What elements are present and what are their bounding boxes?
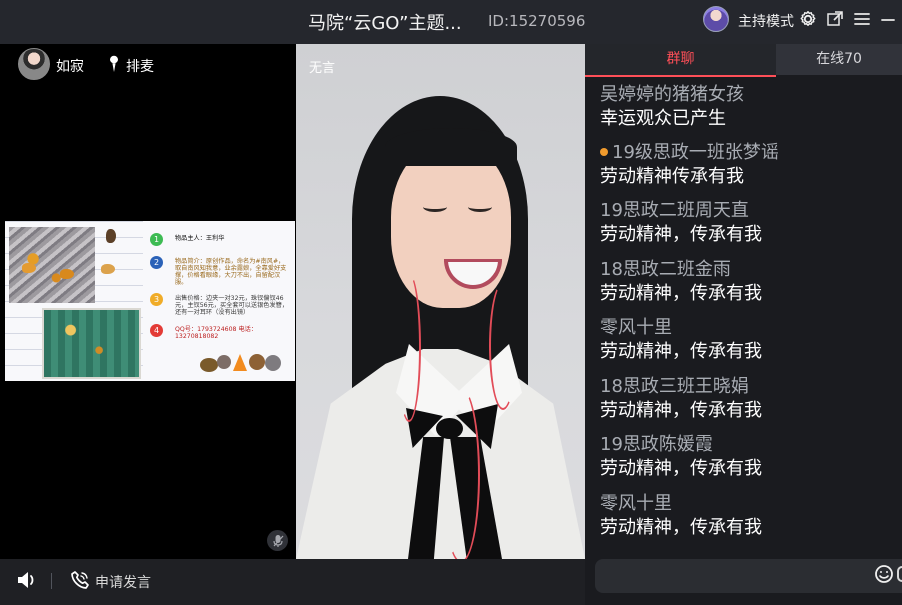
- chat-input[interactable]: [595, 559, 902, 593]
- microphone-icon: [272, 534, 283, 547]
- slide-item-text: 物品主人：王利华: [175, 235, 225, 242]
- main-video-stage: 无言: [296, 44, 585, 559]
- animal-illustration: [200, 354, 281, 372]
- emoji-button[interactable]: [874, 564, 894, 584]
- chat-username: 18思政三班王晓娟: [600, 376, 749, 397]
- earphone-cable: [397, 273, 421, 422]
- bird-decoration: [106, 229, 116, 243]
- participant-name: 如寂: [56, 59, 84, 75]
- chat-message: 18思政三班王晓娟 劳动精神，传承有我: [600, 376, 892, 422]
- chat-message: 零风十里 劳动精神，传承有我: [600, 317, 892, 363]
- earphone-cable: [489, 282, 517, 410]
- emoji-icon: [875, 565, 893, 583]
- chat-message: 19级思政一班张梦谣 劳动精神传承有我: [600, 142, 892, 188]
- host-mode-label[interactable]: 主持模式: [738, 11, 794, 31]
- speaker-button[interactable]: [16, 570, 40, 590]
- chat-panel: 群聊 在线70 吴婷婷的猪猪女孩 幸运观众已产生 19级思政一班张梦谣 劳动精神…: [585, 44, 902, 605]
- chat-username: 19思政二班周天直: [600, 200, 749, 221]
- chat-username: 19级思政一班张梦谣: [600, 142, 892, 164]
- request-speak-label[interactable]: 申请发言: [95, 572, 151, 592]
- presenter-right-eye: [468, 202, 492, 212]
- speaker-icon: [18, 572, 34, 588]
- slide-item-number: 2: [150, 256, 163, 269]
- slide-item-number: 1: [150, 233, 163, 246]
- chat-message-list[interactable]: 吴婷婷的猪猪女孩 幸运观众已产生 19级思政一班张梦谣 劳动精神传承有我 19思…: [585, 79, 902, 553]
- chat-message-text: 劳动精神传承有我: [600, 166, 744, 187]
- chat-username: 零风十里: [600, 317, 672, 338]
- window-title-bar: 马院“云GO”主题... ID:15270596 主持模式: [0, 0, 902, 44]
- chat-message: 18思政二班金雨 劳动精神，传承有我: [600, 259, 892, 305]
- microphone-queue-icon[interactable]: [107, 55, 121, 73]
- chat-message: 19思政陈媛霞 劳动精神，传承有我: [600, 434, 892, 480]
- chat-username: 零风十里: [600, 493, 672, 514]
- tab-online-users[interactable]: 在线70: [776, 44, 902, 75]
- chat-message-text: 劳动精神，传承有我: [600, 517, 762, 538]
- bird-decoration: [60, 269, 74, 279]
- chat-message: 吴婷婷的猪猪女孩 幸运观众已产生: [600, 84, 892, 130]
- earphone-cable: [442, 387, 480, 559]
- chat-message-text: 劳动精神，传承有我: [600, 224, 762, 245]
- chat-username: 19思政陈媛霞: [600, 434, 713, 455]
- participant-avatar[interactable]: [18, 48, 50, 80]
- send-button-edge[interactable]: [897, 566, 902, 582]
- bird-decoration: [22, 263, 36, 273]
- presenter-bangs: [385, 128, 517, 166]
- chat-message: 零风十里 劳动精神，传承有我: [600, 493, 892, 539]
- slide-item-text: 物品简介：原创作品，命名为#南风#，取自南风知我意，业余露娘，全靠爱好支撑，价格…: [175, 258, 287, 286]
- microphone-button[interactable]: [267, 530, 288, 551]
- chat-message: 19思政二班周天直 劳动精神，传承有我: [600, 200, 892, 246]
- shared-slide: 1 物品主人：王利华 2 物品简介：原创作品，命名为#南风#，取自南风知我意，业…: [5, 221, 295, 381]
- slide-item-number: 3: [150, 293, 163, 306]
- chat-message-text: 劳动精神，传承有我: [600, 400, 762, 421]
- slide-item-number: 4: [150, 324, 163, 337]
- slide-item-text: 出售价格：边夹一对32元，珠钗偏钗46元，主钗56元，买全套可以送银色发簪，还有…: [175, 295, 289, 316]
- host-avatar[interactable]: [703, 6, 729, 32]
- request-speak-button[interactable]: [70, 570, 90, 590]
- chat-message-text: 劳动精神，传承有我: [600, 341, 762, 362]
- user-badge-icon: [600, 148, 608, 156]
- settings-icon[interactable]: [798, 9, 818, 29]
- chat-username: 18思政二班金雨: [600, 259, 731, 280]
- meeting-id: ID:15270596: [488, 12, 586, 30]
- menu-icon[interactable]: [852, 9, 872, 29]
- chat-message-text: 劳动精神，传承有我: [600, 458, 762, 479]
- share-icon[interactable]: [825, 9, 845, 29]
- phone-icon: [71, 571, 89, 589]
- chat-username-text: 19级思政一班张梦谣: [612, 142, 779, 163]
- minimize-icon[interactable]: [878, 9, 898, 29]
- chat-message-text: 劳动精神，传承有我: [600, 283, 762, 304]
- bird-decoration: [101, 264, 115, 274]
- queue-label[interactable]: 排麦: [126, 56, 154, 76]
- tab-group-chat[interactable]: 群聊: [585, 44, 776, 77]
- chat-username: 吴婷婷的猪猪女孩: [600, 84, 744, 105]
- presenter-left-eye: [423, 202, 447, 212]
- meeting-title: 马院“云GO”主题...: [308, 13, 462, 34]
- control-divider: [51, 573, 52, 589]
- chat-message-text: 幸运观众已产生: [600, 108, 726, 129]
- slide-item-text: QQ号：1793724608 电话：13270818082: [175, 326, 258, 340]
- stage-status-label: 无言: [309, 61, 336, 76]
- product-photo-bottom: [42, 308, 141, 379]
